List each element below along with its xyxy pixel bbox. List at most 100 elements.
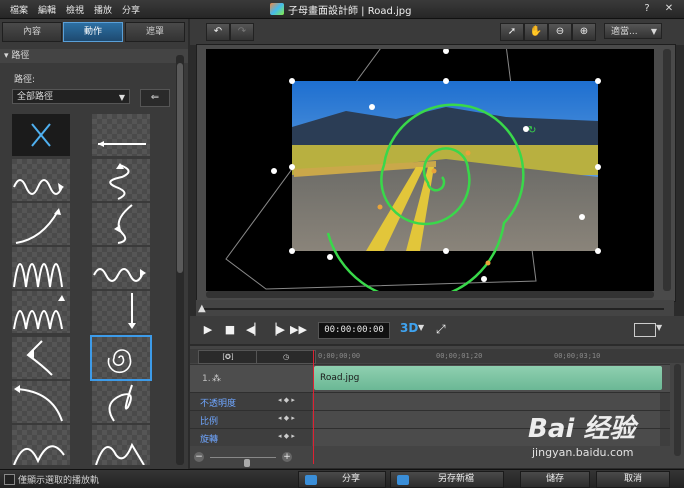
preview-vertical-scrollbar[interactable] [663, 49, 671, 291]
keyframe-view-tab[interactable]: ◷ [256, 350, 316, 364]
time-tick-2: 00;00;03;10 [554, 352, 601, 360]
title-bar: 檔案 編輯 檢視 播放 分享 子母畫面設計師 | Road.jpg ? ✕ [0, 0, 684, 19]
tab-properties[interactable]: 內容 [2, 22, 62, 42]
tab-mask[interactable]: 遮罩 [125, 22, 185, 42]
flat-wave-icon [93, 268, 146, 282]
preview-scene: ↻ [225, 40, 601, 302]
aspect-ratio-button[interactable] [634, 323, 656, 337]
save-as-new-label: 另存新檔 [437, 474, 474, 484]
hand-tool-button[interactable]: ✋ [524, 23, 548, 41]
playback-controls: ▶ ■ ◀▏ ▕▶ ▶▶ 00:00:00:00 3D ▼ ⤢ ▼ [190, 316, 684, 344]
prev-frame-icon[interactable]: ◀▏ [246, 322, 263, 338]
fit-dropdown[interactable]: 適當... ▼ [604, 23, 662, 39]
save-as-icon [397, 475, 409, 485]
only-selected-track-checkbox[interactable] [4, 474, 15, 485]
path-thumb-curve-up[interactable] [12, 203, 70, 245]
path-label: 路徑: [14, 75, 36, 85]
cancel-button[interactable]: 取消 [596, 471, 670, 488]
path-thumb-arc[interactable] [12, 381, 70, 423]
preview-frame: ↻ [196, 40, 676, 302]
close-button[interactable]: ✕ [662, 2, 676, 15]
keyframe-nav-icon[interactable]: ◂ ◆ ▸ [278, 432, 295, 440]
path-thumb-wave-tall[interactable] [12, 247, 70, 289]
time-tick-1: 00;00;01;20 [436, 352, 483, 360]
help-button[interactable]: ? [640, 2, 654, 15]
path-dropdown[interactable]: 全部路徑 ▼ [12, 89, 130, 104]
menu-edit[interactable]: 編輯 [38, 3, 56, 16]
path-thumb-zigzag[interactable] [12, 337, 70, 379]
tab-motion[interactable]: 動作 [63, 22, 123, 42]
save-as-new-button[interactable]: 另存新檔 [390, 471, 504, 488]
keyframe-nav-icon[interactable]: ◂ ◆ ▸ [278, 396, 295, 404]
share-button[interactable]: 分享 [298, 471, 386, 488]
clip-road[interactable]: Road.jpg [314, 366, 662, 390]
preview-canvas[interactable]: ↻ [206, 40, 654, 302]
chevron-down-icon[interactable]: ▼ [418, 323, 424, 332]
motion-icon: ⁂ [212, 374, 221, 384]
path-thumb-line-left[interactable] [92, 114, 150, 156]
bounce-arrow-icon [95, 442, 145, 465]
path-thumb-line-down[interactable] [92, 291, 150, 333]
fast-forward-icon[interactable]: ▶▶ [290, 322, 307, 338]
path-thumb-wave-bottom[interactable] [12, 425, 70, 465]
share-icon [305, 475, 317, 485]
path-thumb-loop[interactable] [92, 381, 150, 423]
preview-toolbar: ↶ ↷ ➚ ✋ ⊖ ⊕ 適當... ▼ [190, 19, 684, 45]
fit-dropdown-value: 適當... [611, 27, 638, 37]
zigzag-arrow-icon [26, 340, 53, 376]
path-section-header[interactable]: ▾ 路徑 [0, 49, 188, 63]
menu-share[interactable]: 分享 [122, 3, 140, 16]
save-button[interactable]: 儲存 [520, 471, 590, 488]
watermark-logo: Bai 经验 [528, 414, 636, 444]
play-icon[interactable]: ▶ [200, 322, 216, 338]
zoom-in-button[interactable]: ⊕ [572, 23, 596, 41]
zoom-slider-track[interactable] [210, 457, 276, 467]
fullscreen-icon[interactable]: ⤢ [436, 322, 446, 337]
select-tool-button[interactable]: ➚ [500, 23, 524, 41]
path-thumb-wave-flat[interactable] [92, 247, 150, 289]
chevron-down-icon[interactable]: ▼ [656, 323, 662, 332]
timecode-display[interactable]: 00:00:00:00 [318, 322, 390, 339]
attr-label: 旋轉 [200, 435, 219, 445]
menu-view[interactable]: 檢視 [66, 3, 84, 16]
path-thumb-squiggle-up[interactable] [92, 159, 150, 201]
next-frame-icon[interactable]: ▕▶ [268, 322, 285, 338]
rotate-handle-icon[interactable]: ↻ [528, 125, 536, 136]
redo-button[interactable]: ↷ [230, 23, 254, 41]
path-thumb-wave-small[interactable] [12, 159, 70, 201]
track-row: 1. ⁂ Road.jpg [190, 364, 670, 393]
import-path-button[interactable]: ⇐ [140, 89, 170, 107]
zoom-out-button[interactable]: ⊖ [548, 23, 572, 41]
down-arrow-icon [128, 293, 136, 329]
3d-mode-button[interactable]: 3D [400, 321, 418, 335]
bottom-bar: 僅顯示選取的播放軌 分享 另存新檔 儲存 取消 [0, 469, 684, 488]
track-view-tab[interactable]: [✪] [198, 350, 258, 364]
preview-horizontal-scrollbar[interactable] [206, 291, 654, 298]
menu-play[interactable]: 播放 [94, 3, 112, 16]
undo-button[interactable]: ↶ [206, 23, 230, 41]
chevron-down-icon: ▼ [118, 93, 125, 102]
zoom-in-icon: ⊕ [579, 26, 589, 37]
menu-file[interactable]: 檔案 [10, 3, 28, 16]
left-panel-scrollbar[interactable] [176, 55, 184, 465]
seek-bar[interactable]: ▲ [196, 300, 674, 316]
redo-icon: ↷ [237, 26, 247, 37]
zoom-slider-knob[interactable] [244, 459, 250, 467]
seek-knob-icon[interactable]: ▲ [198, 303, 206, 314]
straight-arrow-icon [98, 141, 146, 147]
watermark-url: jingyan.baidu.com [532, 446, 634, 459]
window-title: 子母畫面設計師 | Road.jpg [288, 6, 412, 17]
path-thumb-wave-double[interactable] [12, 291, 70, 333]
path-thumb-spiral[interactable] [90, 335, 152, 381]
keyframe-nav-icon[interactable]: ◂ ◆ ▸ [278, 414, 295, 422]
path-thumb-bounce[interactable] [92, 425, 150, 465]
stop-icon[interactable]: ■ [222, 322, 238, 338]
time-tick-0: 0;00;00;00 [318, 352, 361, 360]
path-thumb-none[interactable] [12, 114, 70, 156]
path-thumb-hook[interactable] [92, 203, 150, 245]
left-panel-scroll-thumb[interactable] [177, 63, 183, 273]
playhead[interactable] [313, 350, 314, 464]
zoom-in-icon[interactable]: + [282, 452, 292, 462]
track-label: 1. [202, 374, 211, 384]
zoom-out-icon[interactable]: − [194, 452, 204, 462]
